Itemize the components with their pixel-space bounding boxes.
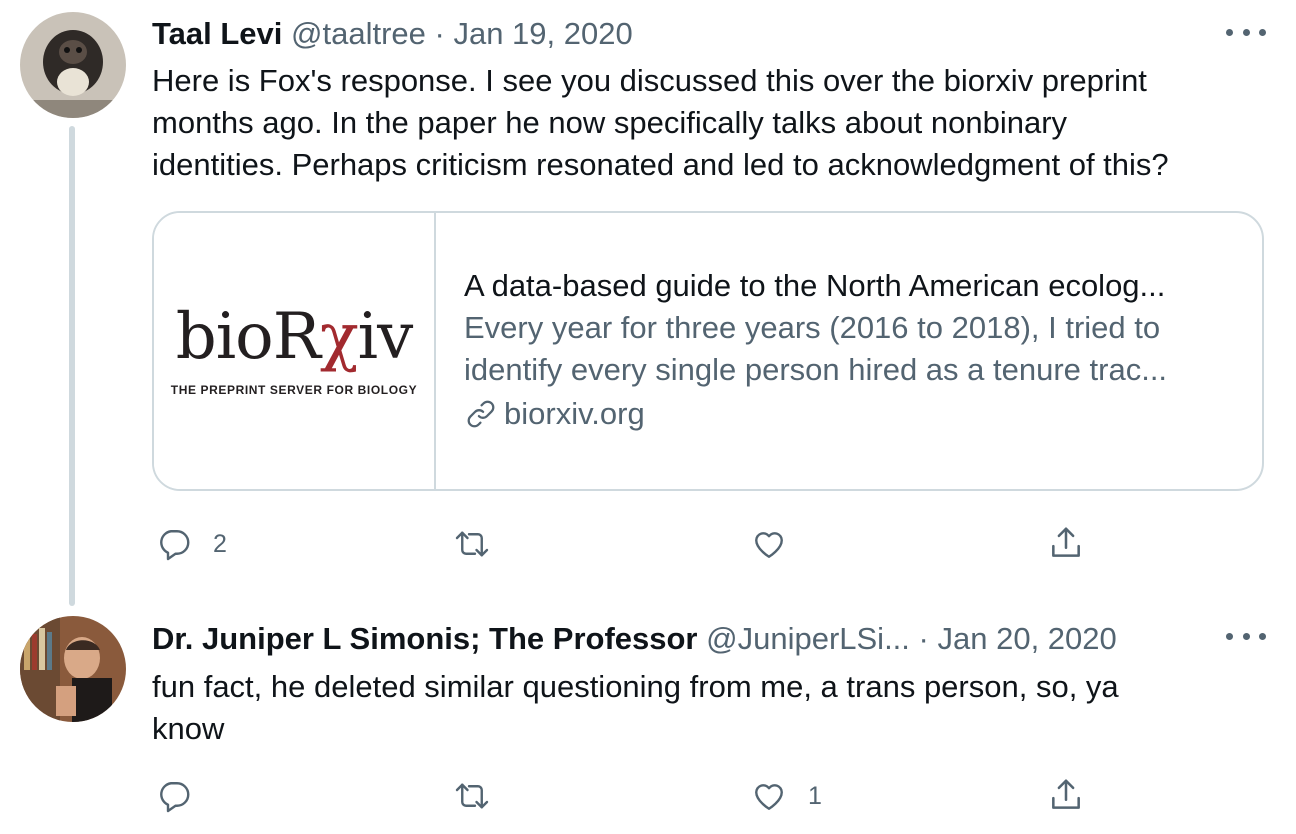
author-name[interactable]: Dr. Juniper L Simonis; The Professor <box>152 621 698 656</box>
author-handle[interactable]: @JuniperLSi... <box>706 621 910 656</box>
tweet-text-line: know <box>152 711 225 746</box>
tweet-header: Dr. Juniper L Simonis; The Professor @Ju… <box>152 621 1117 657</box>
like-button[interactable]: 1 <box>750 778 822 814</box>
reply-icon <box>160 530 190 561</box>
card-description: Every year for three years (2016 to 2018… <box>464 307 1234 391</box>
link-preview-card[interactable]: bioRχiv THE PREPRINT SERVER FOR BIOLOGY … <box>152 211 1264 491</box>
logo-text-chi: χ <box>319 300 359 374</box>
card-domain: biorxiv.org <box>464 393 1244 435</box>
card-description-line: identify every single person hired as a … <box>464 352 1168 387</box>
tweet-date[interactable]: Jan 20, 2020 <box>938 621 1117 656</box>
avatar-juniper-simonis[interactable] <box>20 616 126 722</box>
retweet-icon <box>455 783 489 809</box>
card-body: A data-based guide to the North American… <box>436 213 1244 489</box>
logo-text-bio: bioR <box>175 300 321 374</box>
tweet-text: Here is Fox's response. I see you discus… <box>152 60 1169 186</box>
share-icon <box>1052 527 1080 557</box>
logo-text-iv: iv <box>357 300 414 374</box>
link-icon <box>467 400 495 428</box>
card-description-line: Every year for three years (2016 to 2018… <box>464 310 1161 345</box>
retweet-icon <box>455 531 489 557</box>
reply-icon <box>160 782 190 813</box>
card-domain-text: biorxiv.org <box>504 396 645 431</box>
share-button[interactable] <box>1047 776 1085 814</box>
like-button[interactable] <box>750 526 808 562</box>
card-image-biorxiv-logo: bioRχiv THE PREPRINT SERVER FOR BIOLOGY <box>154 213 436 489</box>
tweet-text-line: Here is Fox's response. I see you discus… <box>152 63 1147 98</box>
biorxiv-logo: bioRχiv <box>176 305 414 369</box>
retweet-button[interactable] <box>451 526 513 562</box>
share-button[interactable] <box>1047 524 1085 562</box>
avatar-taal-levi[interactable] <box>20 12 126 118</box>
like-count: 1 <box>808 781 822 810</box>
more-icon[interactable] <box>1226 626 1266 646</box>
tweet-header: Taal Levi @taaltree · Jan 19, 2020 <box>152 16 633 52</box>
thread-connector <box>69 126 75 606</box>
logo-tagline: THE PREPRINT SERVER FOR BIOLOGY <box>170 383 418 397</box>
author-name[interactable]: Taal Levi <box>152 16 282 51</box>
reply-count: 2 <box>213 529 227 558</box>
tweet-text-line: identities. Perhaps criticism resonated … <box>152 147 1169 182</box>
reply-button[interactable] <box>155 778 213 814</box>
tweet-date[interactable]: Jan 19, 2020 <box>453 16 632 51</box>
heart-icon <box>755 532 783 558</box>
heart-icon <box>755 784 783 810</box>
author-handle[interactable]: @taaltree <box>291 16 426 51</box>
share-icon <box>1052 779 1080 809</box>
tweet-text-line: months ago. In the paper he now specific… <box>152 105 1068 140</box>
card-title: A data-based guide to the North American… <box>464 268 1166 303</box>
more-icon[interactable] <box>1226 22 1266 42</box>
meta-separator: · <box>434 16 445 51</box>
meta-separator: · <box>918 621 929 656</box>
tweet-text-line: fun fact, he deleted similar questioning… <box>152 669 1119 704</box>
retweet-button[interactable] <box>451 778 513 814</box>
tweet-text: fun fact, he deleted similar questioning… <box>152 666 1119 750</box>
reply-button[interactable]: 2 <box>155 526 227 562</box>
